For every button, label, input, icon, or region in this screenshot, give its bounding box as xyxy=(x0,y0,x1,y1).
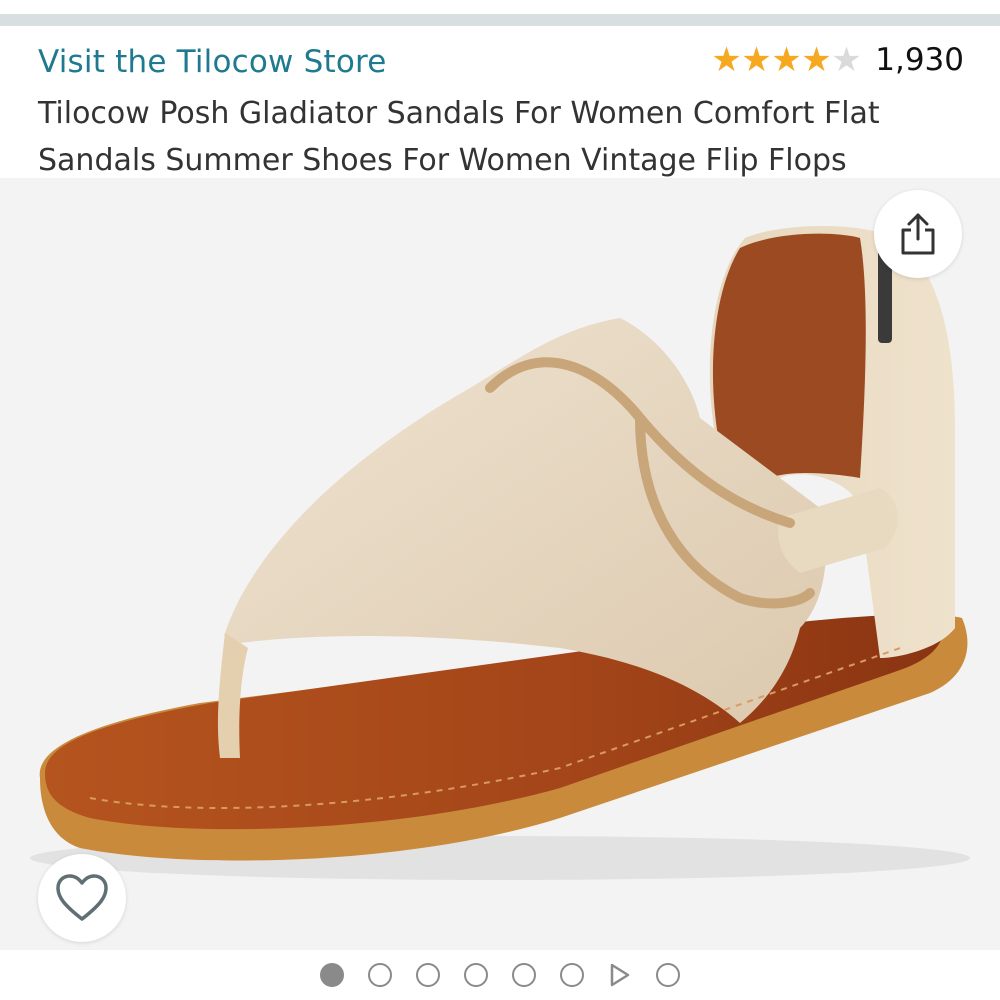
pagination-dot[interactable] xyxy=(656,963,680,987)
rating-count[interactable]: 1,930 xyxy=(875,42,964,78)
product-image-gallery[interactable] xyxy=(0,178,1000,950)
share-icon xyxy=(901,213,935,255)
top-strip xyxy=(0,0,1000,28)
video-play-icon[interactable] xyxy=(608,963,632,987)
product-header: Visit the Tilocow Store ★ ★ ★ ★ ★ 1,930 … xyxy=(0,28,1000,178)
star-icon: ★ xyxy=(771,40,802,80)
star-icon: ★ xyxy=(711,40,742,80)
top-divider xyxy=(0,14,1000,26)
rating-summary[interactable]: ★ ★ ★ ★ ★ 1,930 xyxy=(711,42,964,78)
wishlist-button[interactable] xyxy=(38,854,126,942)
pagination-dot-active[interactable] xyxy=(320,963,344,987)
pagination-dot[interactable] xyxy=(416,963,440,987)
star-icon: ★ xyxy=(801,40,832,80)
pagination-dot[interactable] xyxy=(560,963,584,987)
star-empty-icon: ★ xyxy=(831,40,862,80)
share-button[interactable] xyxy=(874,190,962,278)
pagination-dot[interactable] xyxy=(368,963,392,987)
heart-icon xyxy=(56,874,108,921)
product-image[interactable] xyxy=(0,178,1000,950)
pagination-dot[interactable] xyxy=(512,963,536,987)
image-pagination[interactable] xyxy=(0,950,1000,1000)
star-icon: ★ xyxy=(741,40,772,80)
pagination-dot[interactable] xyxy=(464,963,488,987)
star-rating[interactable]: ★ ★ ★ ★ ★ xyxy=(711,43,861,77)
store-link[interactable]: Visit the Tilocow Store xyxy=(38,44,387,80)
product-title: Tilocow Posh Gladiator Sandals For Women… xyxy=(38,96,880,178)
